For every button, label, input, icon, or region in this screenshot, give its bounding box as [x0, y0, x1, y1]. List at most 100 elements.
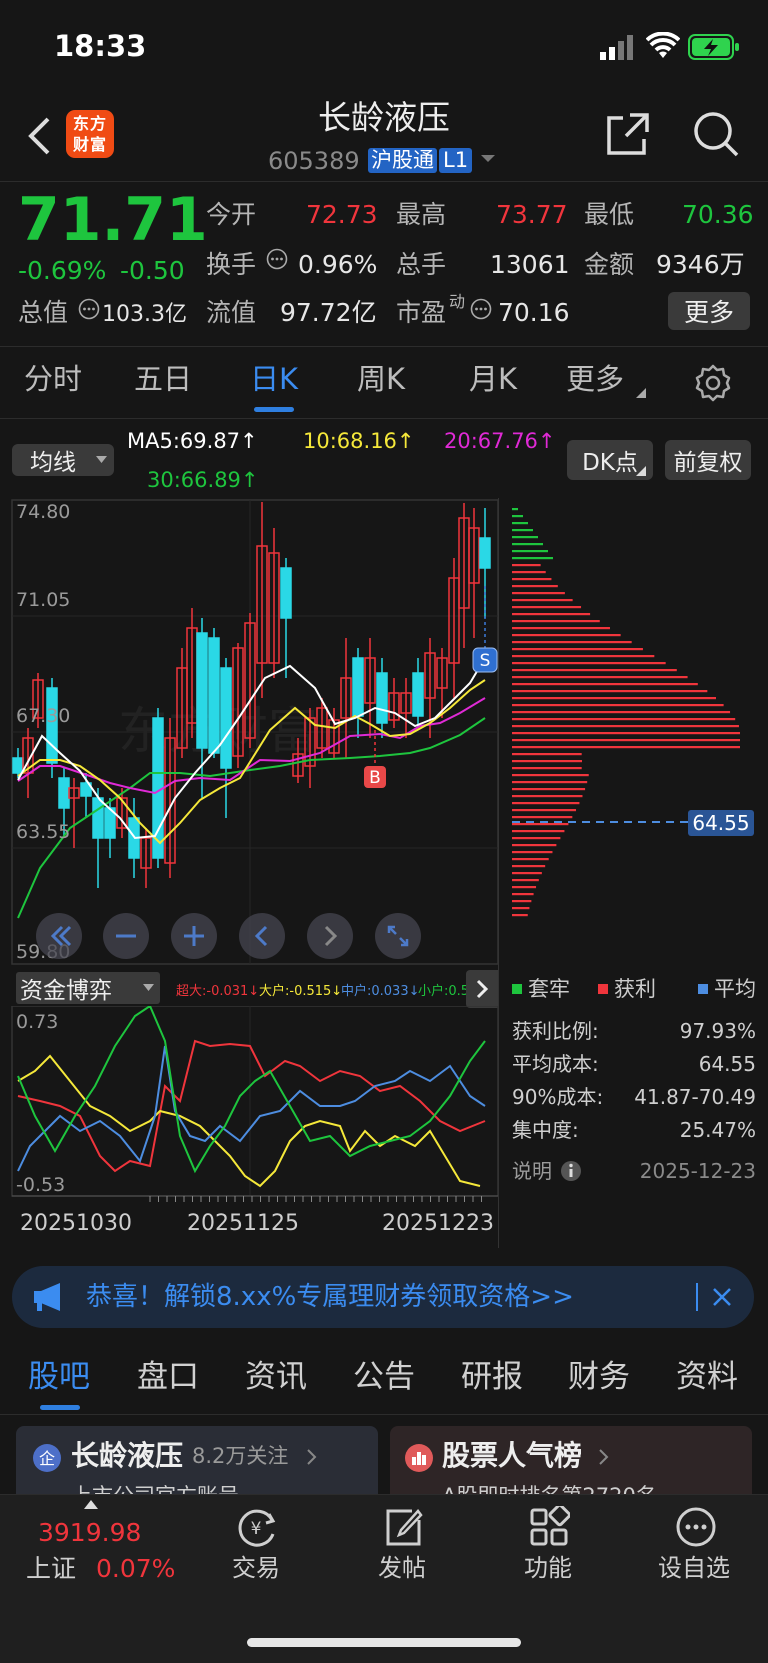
- legend-trapped: 套牢: [528, 977, 570, 1001]
- float-value: 97.72亿: [280, 298, 377, 327]
- chip-bar: [512, 907, 530, 910]
- svg-text:¥: ¥: [251, 1519, 262, 1539]
- high-label: 最高: [396, 200, 447, 229]
- chip-bar: [512, 802, 580, 805]
- chip-bar: [512, 522, 528, 525]
- ma20-label: 20:67.76↑: [444, 429, 556, 453]
- settings-gear-icon[interactable]: [694, 364, 732, 402]
- chip-bar: [512, 851, 553, 854]
- nav-tab-zixun[interactable]: 资讯: [245, 1362, 307, 1393]
- chip-bar: [512, 529, 533, 532]
- volume-value: 13061: [490, 250, 570, 279]
- ranking-icon: [405, 1444, 433, 1472]
- chip-bar: [512, 795, 583, 798]
- move-left-button[interactable]: [239, 913, 285, 959]
- nav-tab-ziliao[interactable]: 资料: [676, 1362, 738, 1393]
- tab-active-underline: [254, 407, 294, 412]
- function-button[interactable]: 功能: [524, 1556, 572, 1580]
- index-value[interactable]: 3919.98: [38, 1520, 141, 1545]
- chip-bar: [512, 725, 739, 728]
- amount-label: 金额: [584, 250, 635, 279]
- avg-cost-value: 64.55: [698, 1052, 756, 1076]
- info-dots-icon[interactable]: [78, 298, 100, 320]
- index-change[interactable]: 0.07%: [96, 1556, 175, 1581]
- zoom-in-button[interactable]: [171, 913, 217, 959]
- note-label[interactable]: 说明: [512, 1161, 552, 1181]
- chip-bar: [512, 515, 523, 518]
- company-followers: 8.2万关注: [192, 1444, 289, 1468]
- info-dots-icon[interactable]: [470, 298, 492, 320]
- fullscreen-button[interactable]: [375, 913, 421, 959]
- nav-tab-gonggao[interactable]: 公告: [353, 1362, 415, 1393]
- candle-body: [12, 757, 24, 774]
- search-icon[interactable]: [692, 110, 740, 158]
- candle-body: [412, 672, 424, 717]
- chip-bar: [512, 760, 582, 763]
- adjust-button[interactable]: 前复权: [665, 440, 751, 480]
- zoom-out-button[interactable]: [103, 913, 149, 959]
- trade-button[interactable]: 交易: [232, 1556, 280, 1580]
- kline-chart[interactable]: 东方财富 B S 74.80 71.05 67.30 63.55 59.80: [0, 498, 500, 968]
- chip-bar: [512, 683, 698, 686]
- y-label-3: 63.55: [16, 821, 70, 843]
- function-grid-icon[interactable]: [528, 1506, 570, 1548]
- chip-bar: [512, 592, 565, 595]
- chip-distribution[interactable]: 64.55: [500, 498, 760, 968]
- nav-tab-caiwu[interactable]: 财务: [568, 1362, 630, 1393]
- open-label: 今开: [206, 200, 257, 229]
- date-label-2: 20251223: [382, 1211, 494, 1236]
- more-circle-icon[interactable]: [675, 1506, 717, 1548]
- flow-super-line: [17, 1039, 486, 1173]
- fast-backward-button[interactable]: [36, 913, 82, 959]
- nav-tab-yanbao[interactable]: 研报: [461, 1362, 523, 1393]
- watchlist-button[interactable]: 设自选: [658, 1556, 730, 1580]
- chevron-right-icon: [599, 1449, 609, 1465]
- info-icon[interactable]: [560, 1160, 582, 1182]
- promo-text[interactable]: 恭喜！解锁8.xx%专属理财券领取资格>>: [86, 1284, 574, 1310]
- chip-bar: [512, 732, 740, 735]
- chip-bar: [512, 865, 546, 868]
- post-button[interactable]: 发帖: [378, 1556, 426, 1580]
- fund-selector[interactable]: 资金博弈: [16, 972, 160, 1004]
- post-edit-icon[interactable]: [382, 1506, 424, 1548]
- chip-bar: [512, 844, 557, 847]
- share-icon[interactable]: [606, 112, 650, 156]
- chip-bar: [512, 571, 546, 574]
- more-button[interactable]: 更多: [668, 292, 750, 330]
- stock-name: 长龄液压: [318, 98, 450, 137]
- tab-zhouk[interactable]: 周K: [357, 365, 405, 394]
- home-indicator: [247, 1638, 521, 1647]
- info-dots-icon[interactable]: [266, 248, 288, 270]
- chip-date: 2025-12-23: [639, 1159, 756, 1183]
- avg-cost-label: 64.55: [692, 811, 749, 835]
- tab-yuek[interactable]: 月K: [469, 365, 517, 394]
- chip-bar: [512, 718, 736, 721]
- chip-bar: [512, 606, 582, 609]
- dropdown-icon: [143, 984, 154, 991]
- tab-wuri[interactable]: 五日: [134, 365, 192, 394]
- nav-tab-underline: [40, 1405, 80, 1410]
- tab-rik[interactable]: 日K: [250, 365, 298, 394]
- close-icon[interactable]: [712, 1287, 732, 1307]
- legend-profit-swatch: [598, 984, 608, 994]
- buy-marker: B: [369, 768, 381, 788]
- fund-flow-chart[interactable]: 0.73 -0.53 20251030 20251125 20251223: [0, 1006, 500, 1250]
- low-label: 最低: [584, 200, 635, 229]
- tab-more[interactable]: 更多: [566, 365, 624, 394]
- expand-panel-button[interactable]: [466, 970, 498, 1008]
- index-name[interactable]: 上证: [26, 1556, 76, 1581]
- legend-profit: 获利: [614, 977, 656, 1001]
- y-label-1: 71.05: [16, 589, 70, 611]
- nav-tab-pankou[interactable]: 盘口: [137, 1362, 199, 1393]
- candle-body: [376, 672, 388, 724]
- ma10-label: 10:68.16↑: [303, 429, 415, 453]
- trade-icon[interactable]: ¥: [236, 1506, 278, 1548]
- chip-bar: [512, 578, 552, 581]
- wifi-icon: [646, 32, 680, 58]
- candles-group: [12, 502, 491, 888]
- nav-tab-guba[interactable]: 股吧: [28, 1362, 90, 1393]
- move-right-button[interactable]: [307, 913, 353, 959]
- flow-mid-line: [17, 1045, 486, 1172]
- dropdown-icon[interactable]: [480, 154, 496, 164]
- tab-fenshi[interactable]: 分时: [24, 365, 82, 394]
